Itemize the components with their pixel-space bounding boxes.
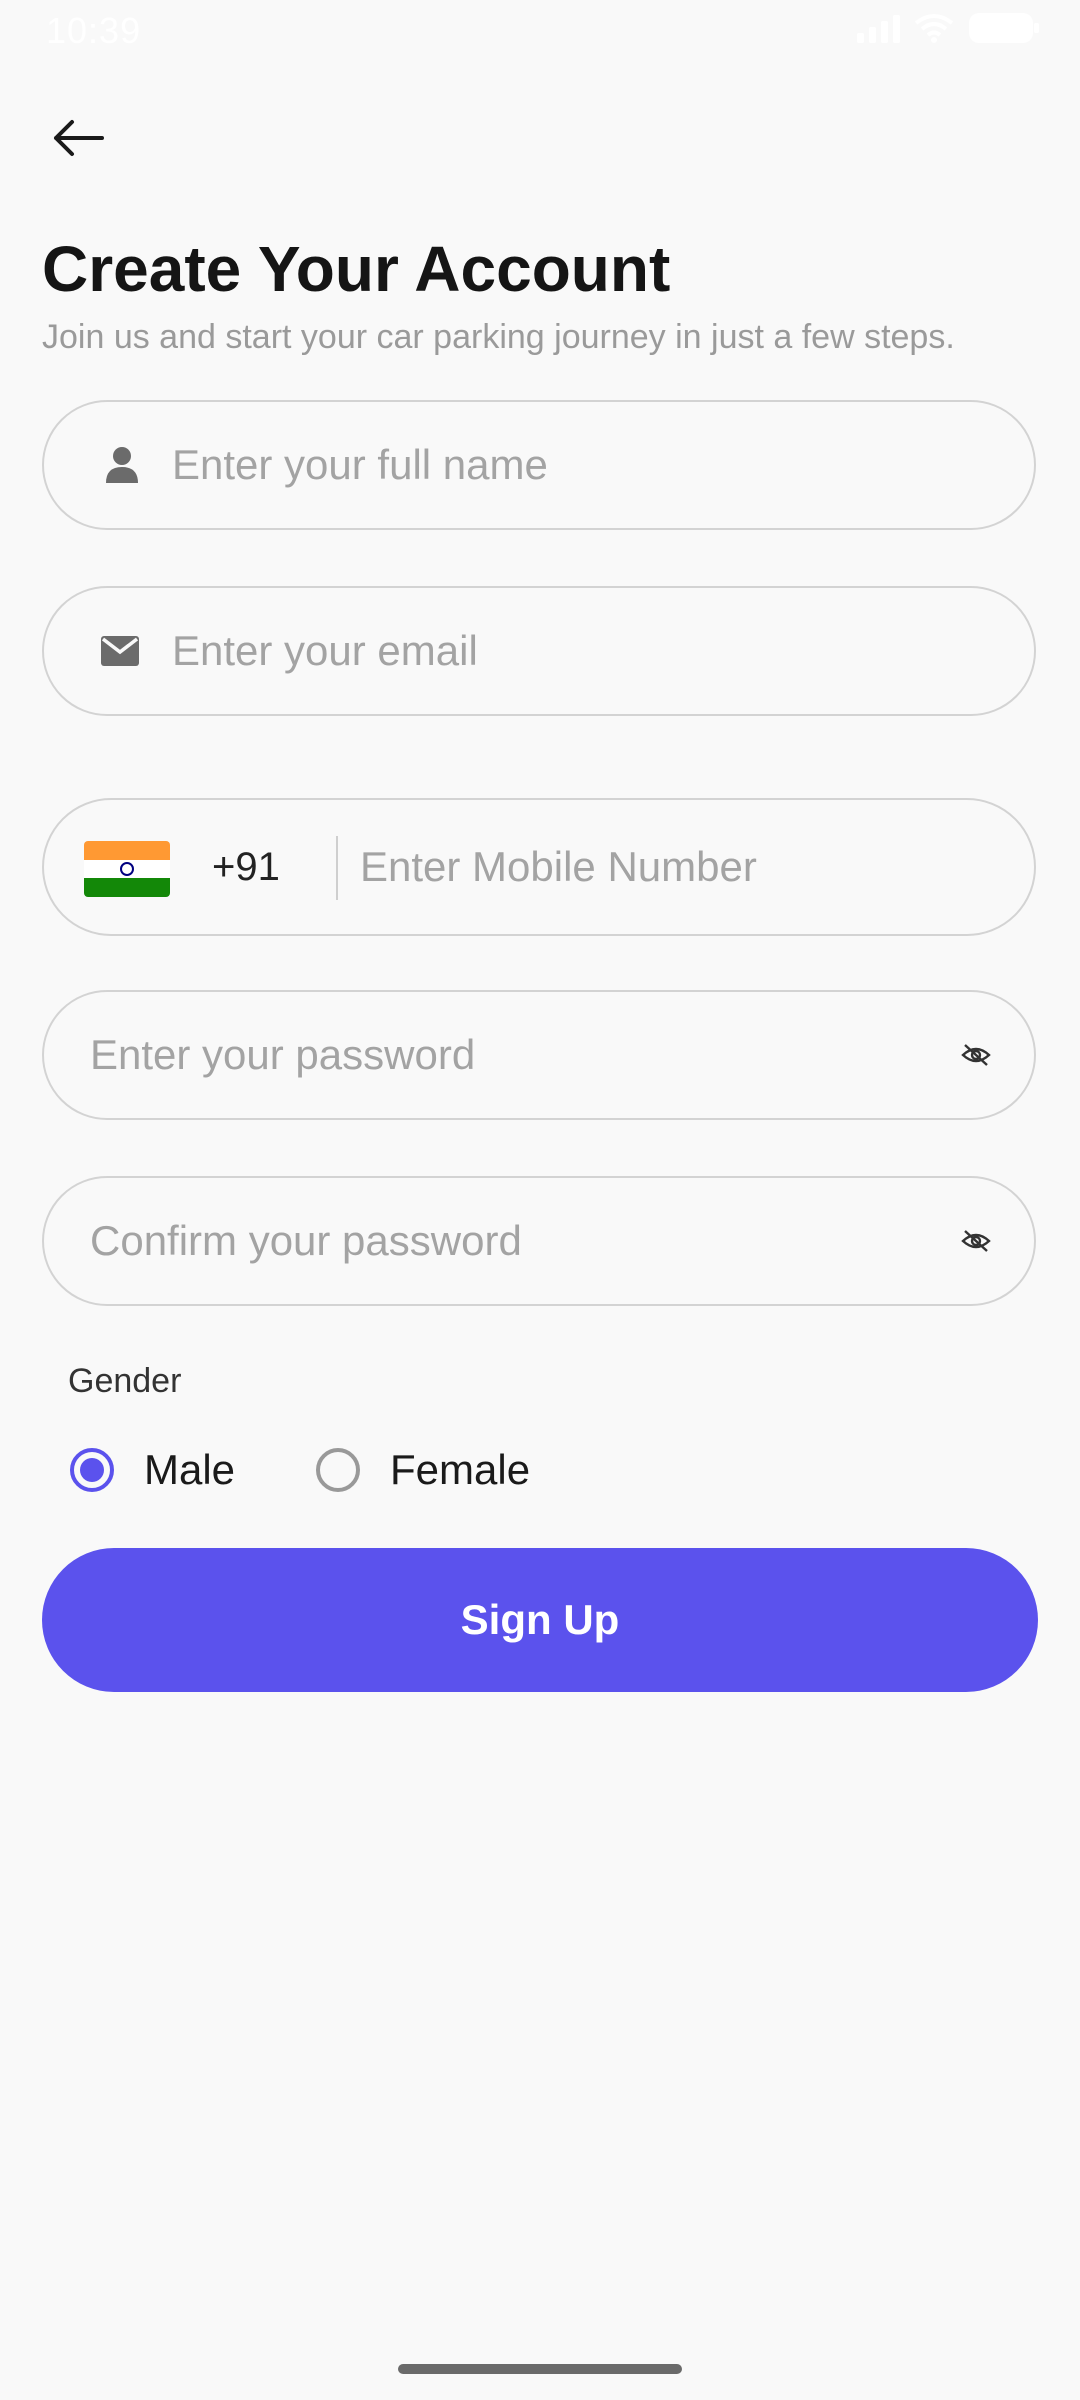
radio-label-male: Male <box>144 1446 236 1493</box>
gender-radio-female[interactable]: Female <box>316 1440 530 1500</box>
email-field[interactable] <box>42 586 1036 716</box>
india-flag-icon[interactable] <box>84 841 170 897</box>
radio-button-checked[interactable] <box>70 1448 114 1492</box>
back-button[interactable] <box>44 104 112 172</box>
status-time: 10:39 <box>46 10 142 51</box>
gender-label: Gender <box>68 1362 182 1400</box>
signal-icon <box>857 13 900 43</box>
eye-off-icon[interactable] <box>956 992 996 1118</box>
password-field[interactable] <box>42 990 1036 1120</box>
phone-field[interactable]: +91 <box>42 798 1036 936</box>
radio-label-female: Female <box>390 1446 531 1493</box>
phone-divider <box>336 836 338 900</box>
dial-code[interactable]: +91 <box>212 800 280 934</box>
arrow-left-icon <box>54 120 104 156</box>
wifi-icon <box>914 13 954 43</box>
home-indicator[interactable] <box>398 2364 682 2374</box>
sign-up-button[interactable]: Sign Up <box>42 1548 1038 1692</box>
full-name-field[interactable] <box>42 400 1036 530</box>
gender-radio-male[interactable]: Male <box>70 1440 235 1500</box>
page-subtitle: Join us and start your car parking journ… <box>42 318 955 356</box>
mobile-number-input[interactable] <box>360 800 1000 934</box>
battery-icon <box>968 12 1040 44</box>
full-name-input[interactable] <box>172 402 992 528</box>
radio-button-unchecked[interactable] <box>316 1448 360 1492</box>
password-input[interactable] <box>90 992 940 1118</box>
confirm-password-field[interactable] <box>42 1176 1036 1306</box>
status-bar: 10:39 <box>0 0 1080 60</box>
mail-icon <box>94 588 146 714</box>
person-icon <box>98 402 146 528</box>
email-input[interactable] <box>172 588 992 714</box>
page-title: Create Your Account <box>42 233 671 305</box>
confirm-password-input[interactable] <box>90 1178 940 1304</box>
status-icons <box>857 12 1040 44</box>
eye-off-icon[interactable] <box>956 1178 996 1304</box>
